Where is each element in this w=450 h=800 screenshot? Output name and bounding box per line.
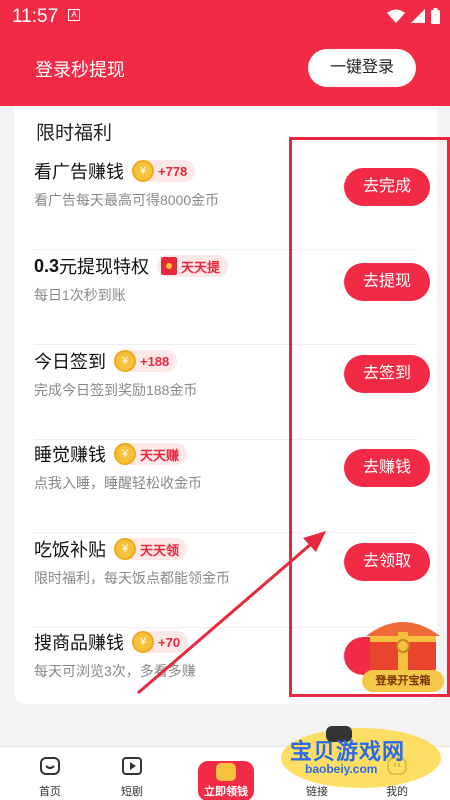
task-title: 吃饭补贴 ¥ 天天领 (34, 534, 188, 564)
watermark-url: baobeiy.com (305, 762, 378, 776)
tab-home[interactable]: 首页 (5, 747, 95, 800)
reward-badge: ¥ +188 (114, 350, 178, 372)
coin-icon: ¥ (132, 631, 154, 653)
coin-icon: ¥ (114, 538, 136, 560)
task-title: 看广告赚钱 ¥ +778 (34, 156, 196, 186)
coin-icon: ¥ (114, 443, 136, 465)
task-desc: 完成今日签到奖励188金币 (34, 382, 198, 398)
play-icon (122, 757, 142, 775)
reward-badge: 天天提 (157, 255, 229, 277)
open-treasure-label[interactable]: 登录开宝箱 (362, 670, 444, 692)
header: 登录秒提现 一键登录 (0, 32, 450, 106)
reward-badge: ¥ +70 (132, 631, 189, 653)
notification-icon: A (68, 9, 80, 21)
task-title: 今日签到 ¥ +188 (34, 346, 178, 376)
tab-claim-money[interactable]: 立即领钱 (198, 761, 254, 800)
task-desc: 看广告每天最高可得8000金币 (34, 192, 220, 208)
home-icon (40, 757, 60, 775)
wifi-icon (387, 9, 405, 23)
card-title: 限时福利 (36, 123, 113, 144)
task-desc: 限时福利，每天饭点都能领金币 (34, 570, 230, 586)
reward-badge: ¥ 天天赚 (114, 443, 188, 465)
task-desc: 每日1次秒到账 (34, 287, 126, 303)
page-title: 登录秒提现 (35, 60, 125, 80)
task-desc: 点我入睡，睡醒轻松收金币 (34, 475, 202, 491)
task-title: 睡觉赚钱 ¥ 天天赚 (34, 439, 188, 469)
task-title: 搜商品赚钱 ¥ +70 (34, 627, 189, 657)
red-envelope-icon (161, 257, 178, 275)
signal-icon (411, 9, 425, 23)
status-icons (387, 8, 440, 24)
coin-icon: ¥ (132, 160, 154, 182)
coin-icon: ¥ (114, 350, 136, 372)
task-desc: 每天可浏览3次，多看多赚 (34, 663, 196, 679)
one-click-login-button[interactable]: 一键登录 (308, 49, 416, 87)
tab-short-drama[interactable]: 短剧 (87, 747, 177, 800)
coin-icon (216, 763, 236, 781)
reward-badge: ¥ 天天领 (114, 538, 188, 560)
battery-icon (431, 8, 440, 24)
status-time: 11:57 (12, 6, 59, 27)
task-title: 0.3 元提现特权 天天提 (34, 251, 229, 281)
reward-badge: ¥ +778 (132, 160, 196, 182)
status-bar: 11:57 A (0, 0, 450, 32)
